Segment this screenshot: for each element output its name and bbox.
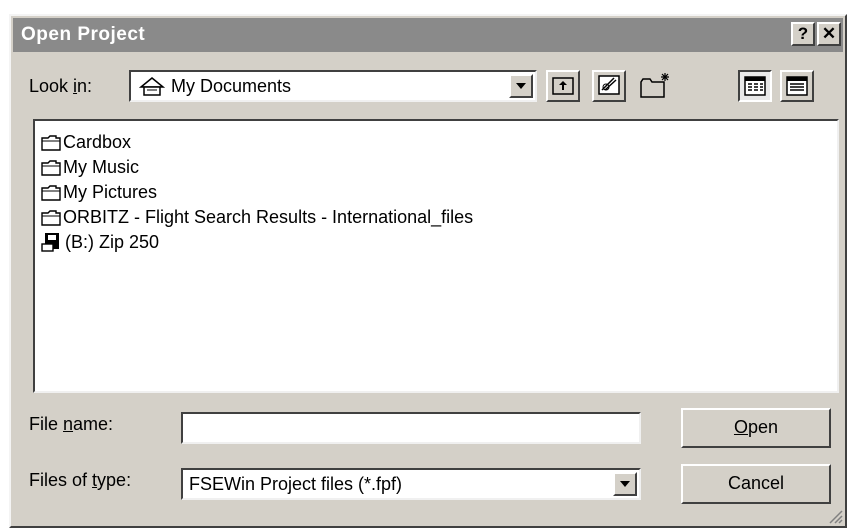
- up-one-level-icon: [552, 77, 574, 95]
- files-of-type-value: FSEWin Project files (*.fpf): [189, 474, 403, 494]
- help-button[interactable]: ?: [791, 22, 815, 46]
- files-of-type-label: Files of type:: [29, 470, 132, 490]
- files-of-type-combobox[interactable]: FSEWin Project files (*.fpf): [181, 468, 641, 500]
- cancel-button[interactable]: Cancel: [681, 464, 831, 504]
- dialog-title: Open Project: [21, 24, 146, 45]
- folder-icon: [41, 210, 61, 226]
- desktop-icon: [598, 75, 620, 95]
- zip-drive-icon: [41, 233, 59, 252]
- chevron-down-icon: [620, 481, 630, 487]
- details-view-button[interactable]: [780, 70, 814, 102]
- list-view-icon: [744, 76, 766, 96]
- title-bar[interactable]: Open Project ? ✕: [13, 18, 843, 52]
- open-project-dialog: Open Project ? ✕ Look in: My Documents C…: [9, 14, 847, 528]
- look-in-dropdown-button[interactable]: [509, 74, 533, 98]
- look-in-label: Look in:: [29, 76, 93, 96]
- folder-icon: [41, 185, 61, 201]
- create-new-folder-button[interactable]: [638, 70, 672, 102]
- my-documents-icon: [139, 77, 165, 96]
- desktop-button[interactable]: [592, 70, 626, 102]
- file-name-input[interactable]: [181, 412, 641, 444]
- file-name-label: File name:: [29, 414, 114, 434]
- up-one-level-button[interactable]: [546, 70, 580, 102]
- close-icon: ✕: [821, 24, 837, 43]
- file-list[interactable]: Cardbox My Music My Pictures ORBITZ - Fl…: [33, 119, 839, 393]
- list-view-button[interactable]: [738, 70, 772, 102]
- close-button[interactable]: ✕: [817, 22, 841, 46]
- resize-grip-icon[interactable]: [827, 508, 843, 524]
- folder-icon: [41, 160, 61, 176]
- look-in-value: My Documents: [171, 76, 292, 96]
- details-view-icon: [786, 76, 808, 96]
- chevron-down-icon: [516, 83, 526, 89]
- look-in-combobox[interactable]: My Documents: [129, 70, 537, 102]
- folder-icon: [41, 135, 61, 151]
- open-button[interactable]: Open: [681, 408, 831, 448]
- files-of-type-dropdown-button[interactable]: [613, 472, 637, 496]
- create-new-folder-icon: [640, 73, 669, 98]
